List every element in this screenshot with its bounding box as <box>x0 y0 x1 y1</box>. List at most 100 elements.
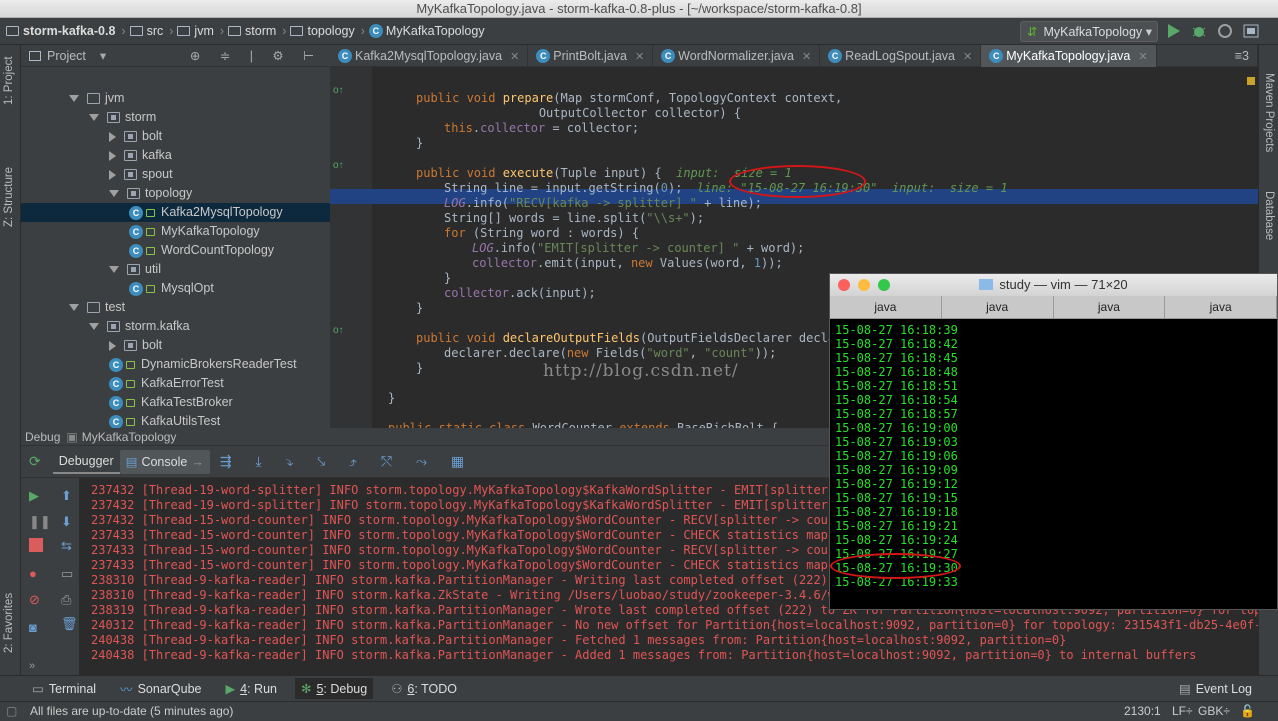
run-config-select[interactable]: ⇵ MyKafkaTopology ▾ <box>1020 21 1158 42</box>
close-icon[interactable] <box>838 279 850 291</box>
tree-class-item[interactable]: C MysqlOpt <box>129 279 214 298</box>
editor-tab[interactable]: C MyKafkaTopology.java ✕ <box>981 45 1157 67</box>
expand-down-icon[interactable] <box>109 190 119 197</box>
tree-folder-item[interactable]: jvm <box>69 89 124 108</box>
tab-overflow-icon[interactable]: ≡3 <box>1227 45 1258 67</box>
close-icon[interactable]: ✕ <box>963 50 972 63</box>
step-toolbar-icons[interactable]: ⇶ ⤓ ⤵ ⤥ ⤴ ⤲ ⤳ ▦ <box>220 453 474 470</box>
tool-favorites[interactable]: 2: Favorites <box>3 593 15 653</box>
breadcrumb-class[interactable]: C MyKafkaTopology <box>368 24 485 38</box>
editor-tab[interactable]: C ReadLogSpout.java ✕ <box>820 45 982 67</box>
editor-tab[interactable]: C Kafka2MysqlTopology.java ✕ <box>330 45 529 67</box>
class-icon: C <box>109 395 123 410</box>
tree-folder-item[interactable]: bolt <box>109 336 162 355</box>
tool-event-log[interactable]: ▤ Event Log <box>1173 678 1258 699</box>
breadcrumb-src[interactable]: src › <box>129 24 173 38</box>
tree-class-item[interactable]: C DynamicBrokersReaderTest <box>109 355 297 374</box>
rerun-icon[interactable]: ⟳ <box>29 453 41 470</box>
tree-class-item[interactable]: C Kafka2MysqlTopology <box>21 203 330 222</box>
project-structure-icon[interactable] <box>1242 22 1260 40</box>
expand-right-icon[interactable] <box>109 169 116 180</box>
expand-down-icon[interactable] <box>69 95 79 102</box>
coverage-icon[interactable] <box>1216 22 1234 40</box>
caret-position[interactable]: 2130:1 <box>1124 702 1161 721</box>
vim-tab[interactable]: java <box>830 296 942 318</box>
zoom-icon[interactable] <box>878 279 890 291</box>
warning-marker[interactable] <box>1247 77 1255 85</box>
expand-right-icon[interactable] <box>109 340 116 351</box>
breadcrumb-topology[interactable]: topology › <box>290 24 365 38</box>
editor-tab[interactable]: C PrintBolt.java ✕ <box>528 45 654 67</box>
tree-item-label: storm.kafka <box>125 319 190 333</box>
tool-run[interactable]: ▶ 4: Run <box>220 678 283 699</box>
code-token: this <box>444 121 473 135</box>
tree-class-item[interactable]: C MyKafkaTopology <box>129 222 260 241</box>
tab-label: Debugger <box>58 453 114 468</box>
close-icon[interactable]: ✕ <box>802 50 811 63</box>
breadcrumb-jvm[interactable]: jvm › <box>177 24 224 38</box>
folder-icon <box>177 26 191 36</box>
tree-folder-item[interactable]: bolt <box>109 127 162 146</box>
vim-log-line: 15-08-27 16:19:24 <box>835 533 958 547</box>
code-token: public void <box>416 91 503 105</box>
tree-item-label: jvm <box>105 91 125 105</box>
code-line: } <box>444 271 451 286</box>
tool-todo[interactable]: ⚇ 6: TODO <box>385 678 463 699</box>
tool-maven-projects[interactable]: Maven Projects <box>1263 73 1275 152</box>
breadcrumb-label: topology <box>307 24 355 38</box>
tree-class-item[interactable]: C KafkaErrorTest <box>109 374 224 393</box>
vim-tab[interactable]: java <box>1054 296 1166 318</box>
tree-folder-item[interactable]: test <box>69 298 125 317</box>
watermark: http://blog.csdn.net/ <box>543 361 739 381</box>
class-icon: C <box>661 49 676 63</box>
tree-class-item[interactable]: C KafkaUtilsTest <box>109 412 220 428</box>
line-separator[interactable]: LF÷ <box>1172 702 1193 721</box>
breadcrumb-project[interactable]: storm-kafka-0.8 › <box>6 24 126 38</box>
tree-item-label: topology <box>145 186 193 200</box>
vim-log-line: 15-08-27 16:18:57 <box>835 407 958 421</box>
tool-database[interactable]: Database <box>1263 191 1275 240</box>
tree-folder-item[interactable]: storm.kafka <box>89 317 190 336</box>
code-token: LOG <box>472 241 494 255</box>
tab-debugger[interactable]: Debugger <box>52 450 120 474</box>
tree-folder-item[interactable]: spout <box>109 165 173 184</box>
tree-class-item[interactable]: C KafkaTestBroker <box>109 393 233 412</box>
expand-down-icon[interactable] <box>69 304 79 311</box>
code-token: BaseRichBolt { <box>677 421 779 428</box>
file-encoding[interactable]: GBK÷ <box>1198 702 1230 721</box>
vim-tab[interactable]: java <box>1165 296 1277 318</box>
run-icon[interactable] <box>1164 22 1182 40</box>
tool-structure[interactable]: Z: Structure <box>3 167 15 227</box>
expand-down-icon[interactable] <box>109 266 119 273</box>
expand-right-icon[interactable] <box>109 150 116 161</box>
tree-folder-item[interactable]: topology <box>109 184 192 203</box>
tool-debug[interactable]: ✻ 5: Debug <box>294 678 374 699</box>
chevron-down-icon[interactable]: ▾ <box>100 48 106 63</box>
close-icon[interactable]: ✕ <box>635 50 644 63</box>
panel-toolbar-icons[interactable]: ⊕ ≑ | ⚙ ⊢ <box>190 48 322 63</box>
expand-right-icon[interactable] <box>109 131 116 142</box>
close-icon[interactable]: ✕ <box>1138 50 1147 63</box>
tool-sonarqube[interactable]: 〰 SonarQube <box>114 676 207 701</box>
tree-folder-item[interactable]: kafka <box>109 146 172 165</box>
tree-folder-item[interactable]: storm <box>89 108 156 127</box>
tree-item-label: spout <box>142 167 173 181</box>
breadcrumb-storm[interactable]: storm › <box>228 24 286 38</box>
close-icon[interactable]: ✕ <box>510 50 519 63</box>
package-icon <box>124 150 137 161</box>
expand-down-icon[interactable] <box>89 323 99 330</box>
status-icon[interactable]: ▢ <box>6 702 17 721</box>
tool-terminal[interactable]: ▭ Terminal <box>26 678 102 699</box>
code-token: ); <box>667 181 697 195</box>
tool-project[interactable]: 1: Project <box>3 56 15 105</box>
tree-folder-item[interactable]: util <box>109 260 161 279</box>
lock-icon[interactable]: 🔓 <box>1240 702 1255 721</box>
vim-tab[interactable]: java <box>942 296 1054 318</box>
tree-class-item[interactable]: C WordCountTopology <box>129 241 274 260</box>
tab-console[interactable]: ▤ Console → <box>119 449 210 474</box>
debug-icon[interactable] <box>1190 22 1208 40</box>
expand-down-icon[interactable] <box>89 114 99 121</box>
editor-tab[interactable]: C WordNormalizer.java ✕ <box>653 45 821 67</box>
package-icon <box>107 321 120 332</box>
minimize-icon[interactable] <box>858 279 870 291</box>
